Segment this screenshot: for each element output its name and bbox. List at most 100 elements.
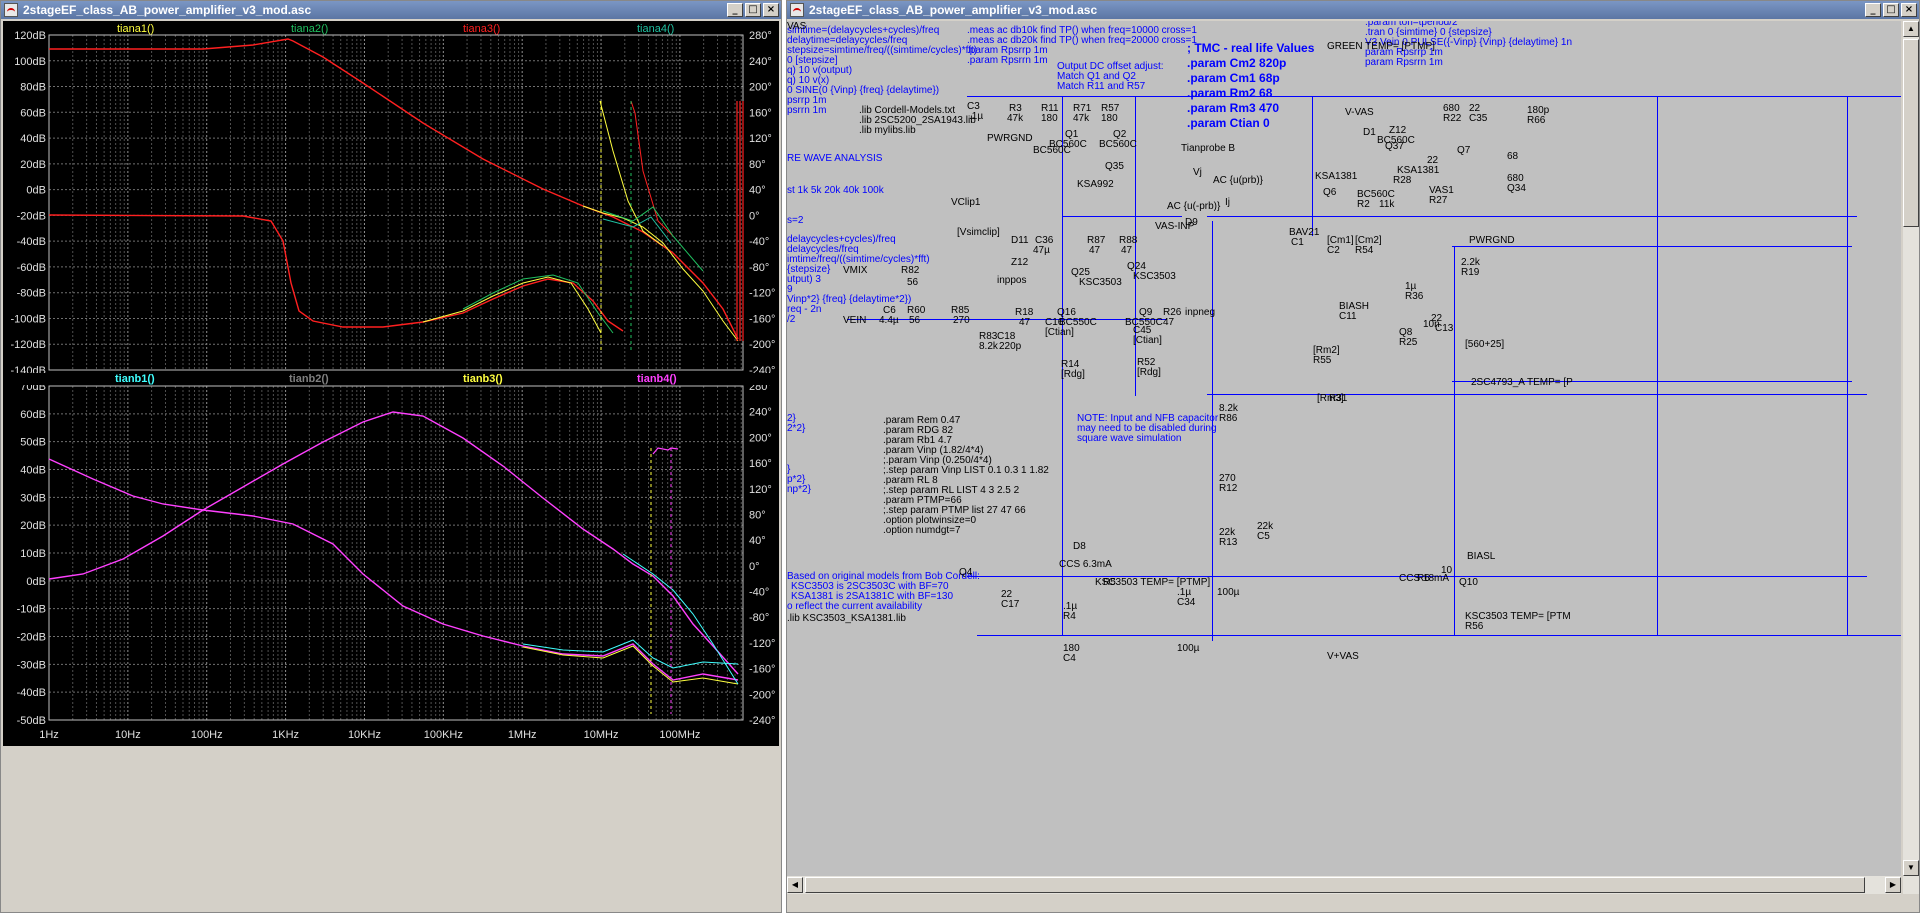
cut3-4[interactable]: np*2} — [787, 484, 811, 496]
trace-label-tiana2[interactable]: tiana2() — [291, 23, 328, 35]
component-label[interactable]: AC {u(-prb)} — [1167, 201, 1220, 213]
component-label[interactable]: Q35 — [1105, 161, 1124, 173]
s2-label[interactable]: s=2 — [787, 215, 803, 227]
component-label[interactable]: V+VAS — [1327, 651, 1359, 663]
trace-label-tiana1[interactable]: tiana1() — [117, 23, 154, 35]
tr-cmd-4[interactable]: param Rpsrrn 1m — [1365, 57, 1443, 69]
component-label[interactable]: R36 — [1405, 291, 1423, 303]
component-label[interactable]: C17 — [1001, 599, 1019, 611]
component-label[interactable]: [560+25] — [1465, 339, 1504, 351]
waveform-window-titlebar[interactable]: 2stageEF_class_AB_power_amplifier_v3_mod… — [1, 1, 781, 19]
tmc-param-2[interactable]: .param Cm1 68p — [1187, 71, 1280, 86]
component-label[interactable]: 56 — [907, 277, 918, 289]
trace-label-tianb1-text[interactable]: tianb1() — [115, 373, 155, 385]
component-label[interactable]: 47k — [1007, 113, 1023, 125]
component-label[interactable]: V-VAS — [1345, 107, 1374, 119]
component-label[interactable]: KSA992 — [1077, 179, 1114, 191]
component-label[interactable]: 68 — [1507, 151, 1518, 163]
param-block-11[interactable]: .option numdgt=7 — [883, 525, 961, 537]
close-button[interactable]: × — [1901, 3, 1917, 17]
component-label[interactable]: 47k — [1073, 113, 1089, 125]
minimize-button[interactable]: _ — [727, 3, 743, 17]
trace-label-tianb3[interactable]: tianb3() — [463, 373, 503, 385]
cordell-note-5[interactable]: .lib KSC3503_KSA1381.lib — [787, 613, 906, 625]
schematic-window-titlebar[interactable]: 2stageEF_class_AB_power_amplifier_v3_mod… — [787, 1, 1919, 19]
component-label[interactable]: VClip1 — [951, 197, 980, 209]
component-label[interactable]: R12 — [1219, 483, 1237, 495]
vertical-scroll-thumb[interactable] — [1903, 39, 1919, 227]
component-label[interactable]: 47 — [1163, 317, 1174, 329]
component-label[interactable]: PWRGND — [1469, 235, 1515, 247]
component-label[interactable]: 220p — [999, 341, 1021, 353]
component-label[interactable]: [Rdg] — [1137, 367, 1161, 379]
component-label[interactable]: KSC3503 — [1079, 277, 1122, 289]
tmc-param-5[interactable]: .param Ctian 0 — [1187, 116, 1270, 131]
component-label[interactable]: VEIN — [843, 315, 866, 327]
cut-directive-8[interactable]: psrrn 1m — [787, 105, 826, 117]
component-label[interactable]: KSC3503 — [1133, 271, 1176, 283]
component-label[interactable]: C35 — [1469, 113, 1487, 125]
component-label[interactable]: 47 — [1019, 317, 1030, 329]
component-label[interactable]: R82 — [901, 265, 919, 277]
scroll-right-button[interactable]: ▶ — [1885, 877, 1901, 893]
offset-note-3[interactable]: Match R11 and R57 — [1057, 81, 1145, 93]
component-label[interactable]: R27 — [1429, 195, 1447, 207]
component-label[interactable]: R28 — [1393, 175, 1411, 187]
component-label[interactable]: C1 — [1291, 237, 1304, 249]
component-label[interactable]: GREEN TEMP= [PTMP] — [1327, 41, 1435, 53]
component-label[interactable]: inppos — [997, 275, 1026, 287]
component-label[interactable]: R2 — [1357, 199, 1370, 211]
component-label[interactable]: 4.4µ — [879, 315, 899, 327]
nfb-note-3[interactable]: square wave simulation — [1077, 433, 1182, 445]
component-label[interactable]: D8 — [1073, 541, 1086, 553]
component-label[interactable]: R19 — [1461, 267, 1479, 279]
component-label[interactable]: 11k — [1379, 199, 1394, 211]
component-label[interactable]: D1 — [1363, 127, 1376, 139]
step-list-label[interactable]: st 1k 5k 20k 40k 100k — [787, 185, 884, 197]
component-label[interactable]: C4 — [1063, 653, 1076, 665]
component-label[interactable]: 47 — [1089, 245, 1100, 257]
component-label[interactable]: R6 — [1417, 573, 1430, 585]
trace-label-tianb2[interactable]: tianb2() — [289, 373, 329, 385]
param-directive-2[interactable]: .param Rpsrrn 1m — [967, 55, 1048, 67]
component-label[interactable]: VAS — [787, 21, 806, 33]
component-label[interactable]: BC550C — [1059, 317, 1097, 329]
component-label[interactable]: 2SC4793_A TEMP= [P — [1471, 377, 1573, 389]
tmc-param-4[interactable]: .param Rm3 470 — [1187, 101, 1279, 116]
component-label[interactable]: 100µ — [1217, 587, 1239, 599]
component-label[interactable]: Vj — [1193, 167, 1202, 179]
square-wave-label[interactable]: RE WAVE ANALYSIS — [787, 153, 882, 165]
component-label[interactable]: 100µ — [1177, 643, 1199, 655]
component-label[interactable]: inpneg — [1185, 307, 1215, 319]
component-label[interactable]: R5 — [1103, 577, 1116, 589]
component-label[interactable]: AC {u(prb)} — [1213, 175, 1263, 187]
component-label[interactable]: 180 — [1101, 113, 1118, 125]
component-label[interactable]: 270 — [953, 315, 970, 327]
component-label[interactable]: Q34 — [1507, 183, 1526, 195]
component-label[interactable]: Z12 — [1011, 257, 1028, 269]
cut3-1[interactable]: 2*2} — [787, 423, 805, 435]
component-label[interactable]: [Ctian] — [1133, 335, 1162, 347]
component-label[interactable]: Tianprobe B — [1181, 143, 1235, 155]
component-label[interactable]: D11 — [1011, 235, 1029, 247]
plot-pane-top[interactable]: 120dB 100dB 80dB 60dB 40dB 20dB 0dB -20dB -40dB -… — [3, 21, 779, 382]
component-label[interactable]: R4 — [1063, 611, 1076, 623]
component-label[interactable]: R25 — [1399, 337, 1417, 349]
component-label[interactable]: C5 — [1257, 531, 1270, 543]
minimize-button[interactable]: _ — [1865, 3, 1881, 17]
horizontal-scrollbar[interactable]: ◀ ▶ — [787, 876, 1901, 894]
component-label[interactable]: Q6 — [1323, 187, 1336, 199]
component-label[interactable]: R31 — [1329, 393, 1347, 405]
component-label[interactable]: R66 — [1527, 115, 1545, 127]
maximize-button[interactable]: □ — [1883, 3, 1899, 17]
scroll-up-button[interactable]: ▲ — [1903, 21, 1919, 37]
cordell-note-4[interactable]: o reflect the current availability — [787, 601, 922, 613]
component-label[interactable]: 8.2k — [979, 341, 998, 353]
component-label[interactable]: PWRGND — [987, 133, 1033, 145]
plot-pane-bottom[interactable]: 70dB 60dB 50dB 40dB 30dB 20dB 10dB 0dB -10dB -20d… — [3, 373, 779, 746]
component-label[interactable]: Q10 — [1459, 577, 1478, 589]
component-label[interactable]: BC560C — [1099, 139, 1137, 151]
component-label[interactable]: R56 — [1465, 621, 1483, 633]
component-label[interactable]: Ij — [1225, 197, 1230, 209]
component-label[interactable]: [Vsimclip] — [957, 227, 1000, 239]
